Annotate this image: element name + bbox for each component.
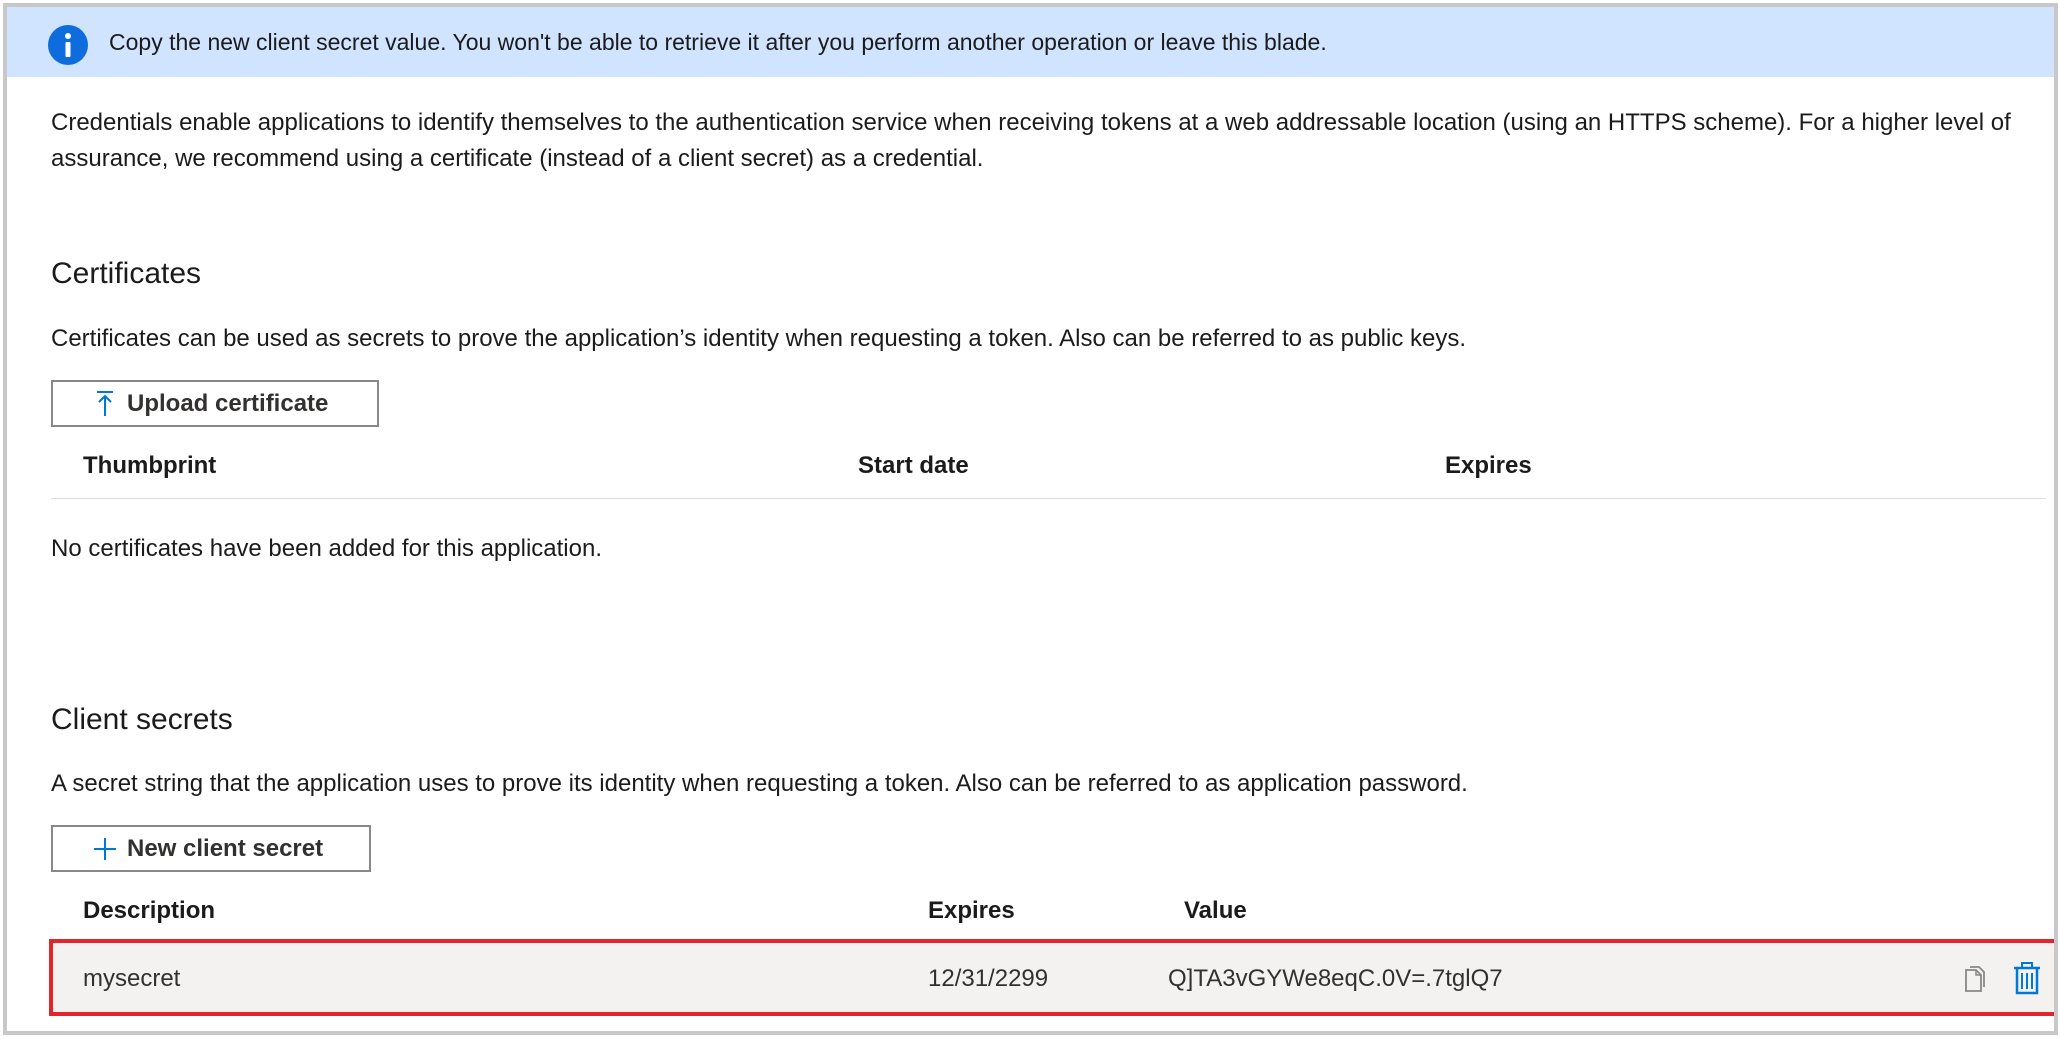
- upload-certificate-label: Upload certificate: [127, 389, 329, 417]
- info-banner: Copy the new client secret value. You wo…: [7, 7, 2054, 77]
- column-header-expires[interactable]: Expires: [1445, 452, 1532, 480]
- copy-icon[interactable]: [1959, 961, 1991, 997]
- delete-icon[interactable]: [2011, 961, 2043, 997]
- info-icon: [48, 25, 88, 65]
- column-header-thumbprint[interactable]: Thumbprint: [83, 452, 216, 480]
- secret-expires: 12/31/2299: [928, 965, 1049, 992]
- client-secrets-title: Client secrets: [51, 703, 233, 736]
- column-header-value[interactable]: Value: [1184, 897, 1247, 925]
- new-client-secret-label: New client secret: [127, 834, 324, 862]
- certificates-description: Certificates can be used as secrets to p…: [51, 325, 1467, 352]
- credentials-blade: Copy the new client secret value. You wo…: [3, 3, 2058, 1035]
- credentials-intro: Credentials enable applications to ident…: [51, 109, 2011, 172]
- certificates-table-divider: [51, 498, 2046, 499]
- column-header-start-date[interactable]: Start date: [858, 452, 969, 480]
- plus-icon: [93, 835, 117, 863]
- upload-certificate-button[interactable]: Upload certificate: [51, 380, 379, 427]
- certificates-title: Certificates: [51, 257, 202, 290]
- secret-description: mysecret: [83, 965, 181, 992]
- secret-value[interactable]: Q]TA3vGYWe8eqC.0V=.7tglQ7: [1168, 965, 1503, 993]
- table-row[interactable]: mysecret 12/31/2299 Q]TA3vGYWe8eqC.0V=.7…: [49, 939, 2054, 1016]
- certificates-empty-message: No certificates have been added for this…: [51, 535, 603, 562]
- new-client-secret-button[interactable]: New client secret: [51, 825, 371, 872]
- banner-message: Copy the new client secret value. You wo…: [109, 29, 1327, 55]
- column-header-secret-expires[interactable]: Expires: [928, 897, 1015, 925]
- column-header-description[interactable]: Description: [83, 897, 215, 925]
- client-secrets-description: A secret string that the application use…: [51, 770, 1468, 797]
- upload-icon: [93, 390, 117, 418]
